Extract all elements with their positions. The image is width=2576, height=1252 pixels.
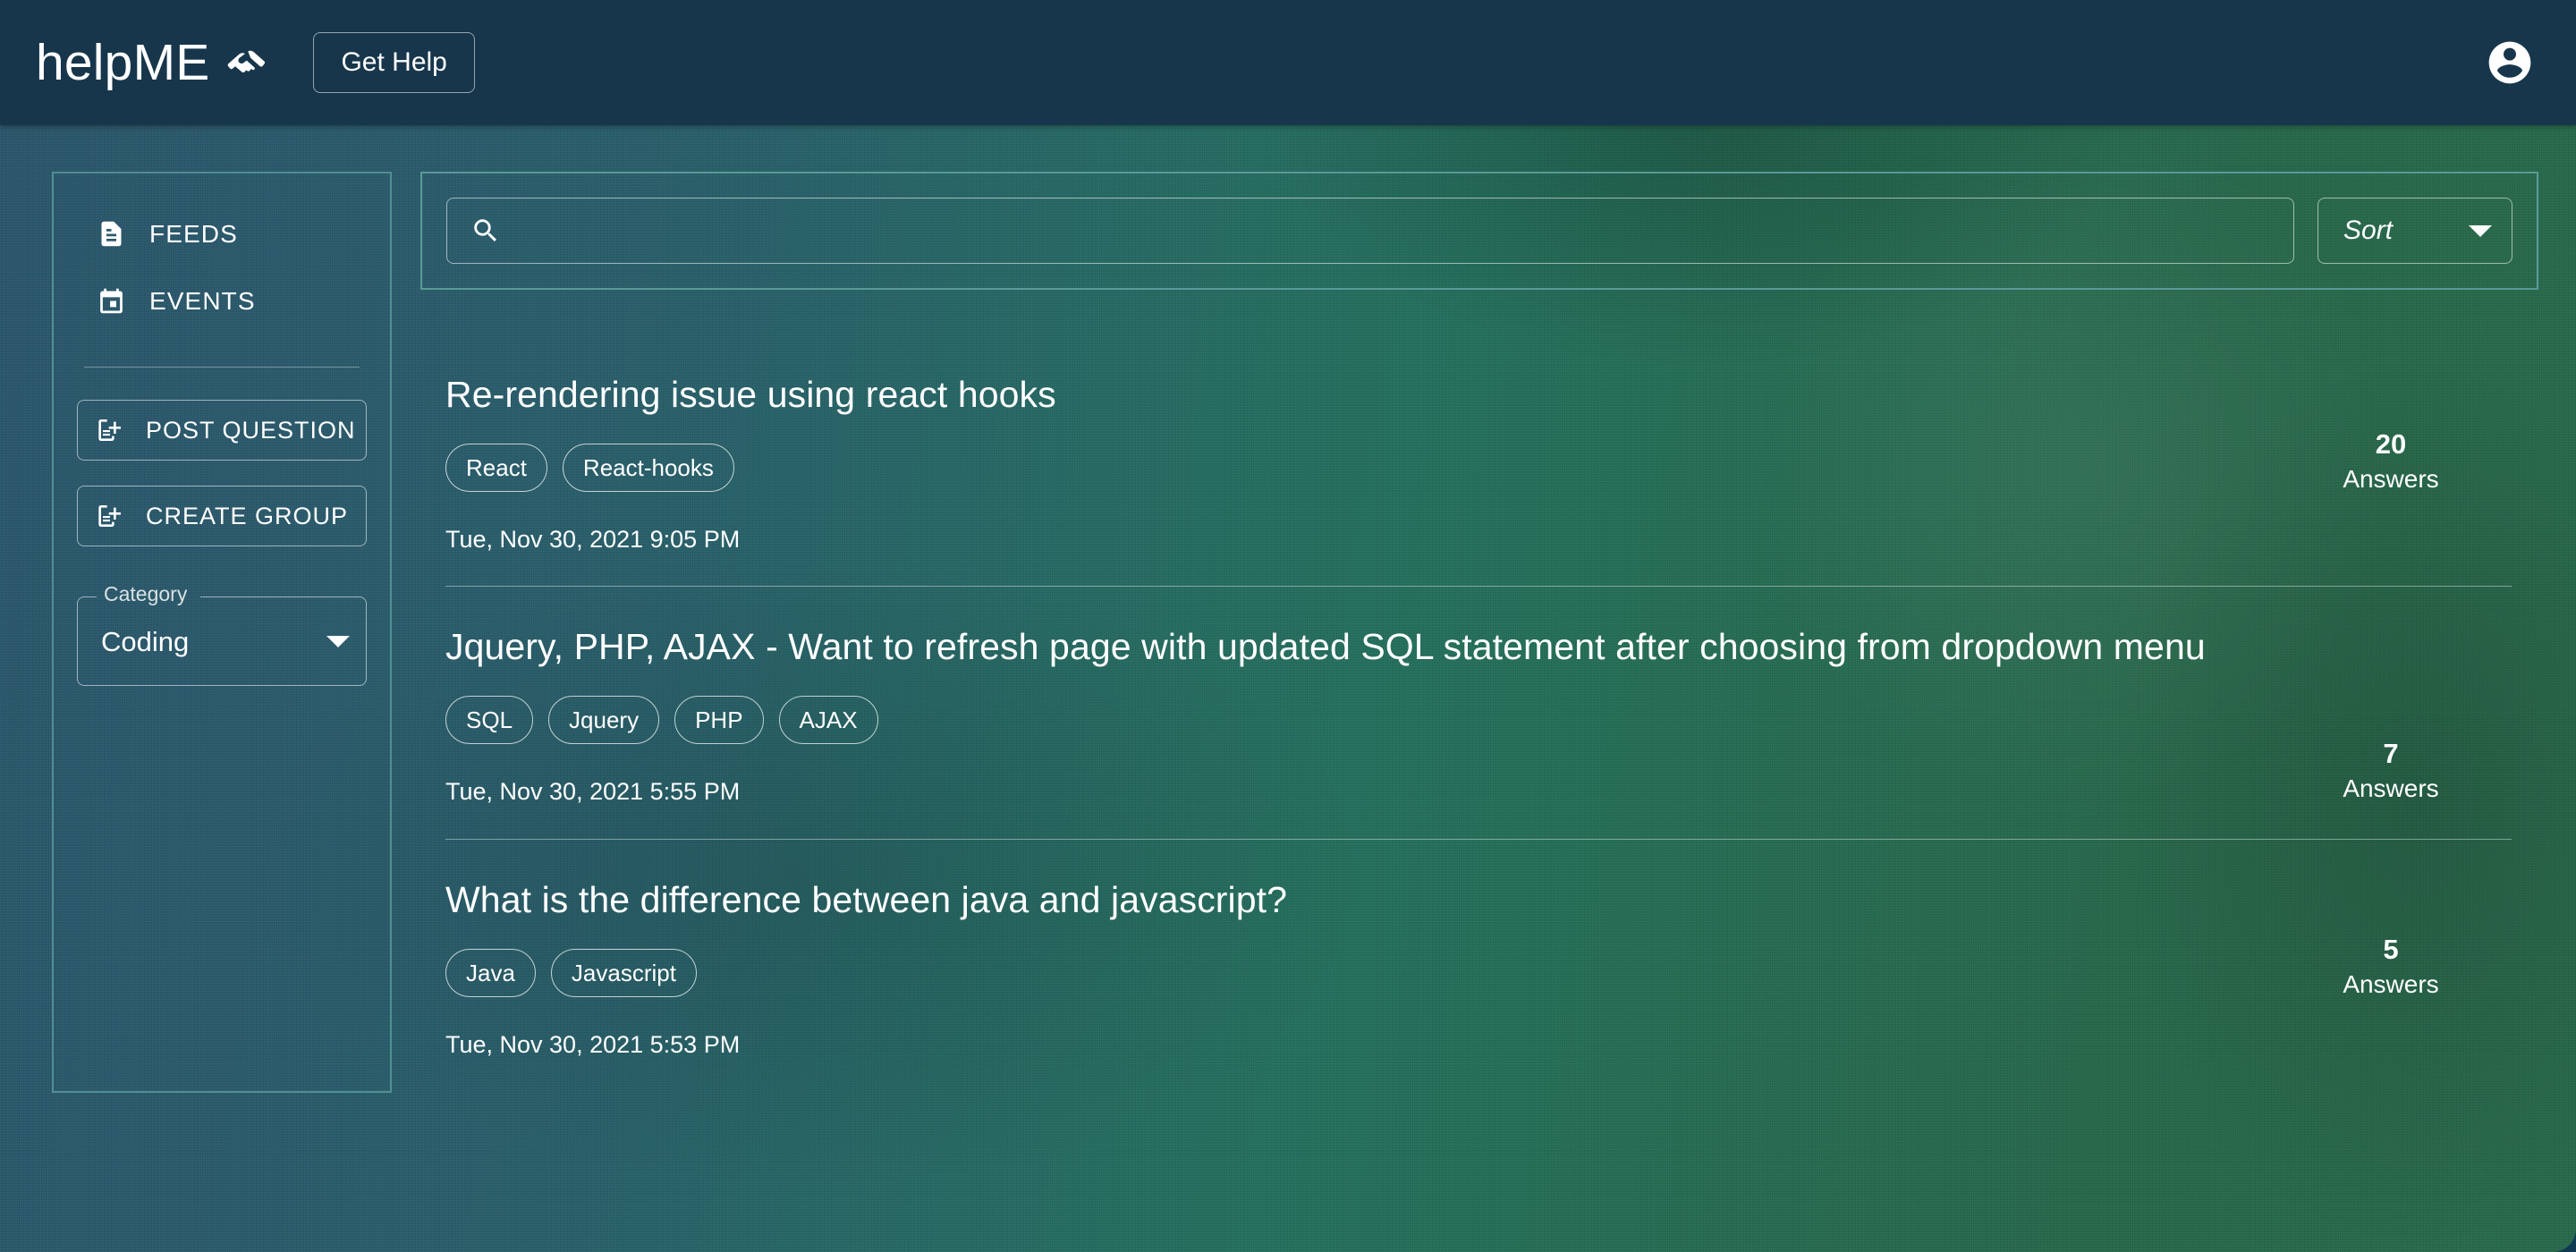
account-circle-button[interactable] [2483, 36, 2537, 89]
account-circle-icon [2485, 38, 2535, 88]
post-date: Tue, Nov 30, 2021 5:55 PM [445, 778, 741, 806]
answers-count: 20 [2375, 428, 2407, 460]
tag-chip[interactable]: React-hooks [562, 444, 734, 493]
tag-chip[interactable]: Java [445, 949, 536, 998]
answers-summary: 7 Answers [2270, 622, 2512, 805]
post-tags: Java Javascript [445, 949, 2234, 998]
search-icon [470, 216, 501, 246]
post-tags: SQL Jquery PHP AJAX [445, 696, 2234, 745]
sidebar-item-feeds[interactable]: FEEDS [77, 209, 367, 258]
tag-chip[interactable]: AJAX [778, 696, 878, 745]
sidebar-item-events[interactable]: EVENTS [77, 276, 367, 326]
sidebar-item-label: EVENTS [149, 286, 256, 315]
handshake-icon [225, 45, 267, 86]
post-body: Re-rendering issue using react hooks Rea… [445, 370, 2234, 552]
answers-summary: 20 Answers [2270, 370, 2512, 495]
post-date: Tue, Nov 30, 2021 9:05 PM [445, 526, 741, 554]
post-body: What is the difference between java and … [445, 876, 2234, 1057]
category-select-field[interactable]: Coding [77, 596, 367, 686]
answers-label: Answers [2343, 774, 2439, 802]
top-app-bar: helpME Get Help [0, 0, 2576, 125]
list-item[interactable]: Re-rendering issue using react hooks Rea… [445, 347, 2512, 586]
sidebar-divider [84, 367, 360, 368]
category-select-value: Coding [101, 625, 190, 657]
tag-chip[interactable]: Jquery [548, 696, 660, 745]
answers-count: 7 [2383, 738, 2399, 770]
post-title[interactable]: Re-rendering issue using react hooks [445, 370, 2234, 419]
sort-select[interactable]: Sort [2318, 198, 2512, 264]
post-list: Re-rendering issue using react hooks Rea… [420, 347, 2538, 1091]
answers-count: 5 [2383, 934, 2399, 966]
tag-chip[interactable]: Javascript [550, 949, 697, 998]
post-question-label: POST QUESTION [146, 416, 356, 444]
get-help-button[interactable]: Get Help [313, 31, 475, 94]
search-toolbar: Sort [420, 172, 2538, 290]
brand-title: helpME [36, 33, 210, 91]
search-input[interactable] [521, 216, 2270, 246]
search-field[interactable] [446, 198, 2294, 264]
answers-label: Answers [2343, 464, 2439, 493]
brand-logo[interactable]: helpME [36, 33, 267, 91]
category-select-legend: Category [104, 582, 188, 605]
create-group-button[interactable]: CREATE GROUP [77, 486, 367, 546]
post-add-icon [96, 416, 124, 444]
article-icon [97, 219, 126, 249]
app-root: helpME Get Help FEEDS EVENTS POST QUESTI… [0, 0, 2576, 1252]
page-layout: FEEDS EVENTS POST QUESTION CREATE GROUP … [0, 125, 2576, 1093]
list-item[interactable]: What is the difference between java and … [445, 839, 2512, 1091]
sort-select-label: Sort [2343, 216, 2394, 245]
main-content: Sort Re-rendering issue using react hook… [420, 172, 2538, 1091]
sidebar-item-label: FEEDS [149, 219, 238, 248]
answers-label: Answers [2343, 970, 2439, 999]
post-date: Tue, Nov 30, 2021 5:53 PM [445, 1031, 741, 1059]
chevron-down-icon [2469, 224, 2492, 237]
category-select[interactable]: Coding Category [77, 584, 367, 686]
tag-chip[interactable]: PHP [674, 696, 764, 745]
post-question-button[interactable]: POST QUESTION [77, 400, 367, 461]
post-tags: React React-hooks [445, 444, 2234, 493]
post-add-icon [96, 502, 124, 530]
chevron-down-icon [326, 635, 350, 647]
post-title[interactable]: Jquery, PHP, AJAX - Want to refresh page… [445, 622, 2234, 671]
answers-summary: 5 Answers [2270, 876, 2512, 1001]
post-body: Jquery, PHP, AJAX - Want to refresh page… [445, 622, 2234, 804]
tag-chip[interactable]: React [445, 444, 547, 493]
post-title[interactable]: What is the difference between java and … [445, 876, 2234, 924]
tag-chip[interactable]: SQL [445, 696, 534, 745]
create-group-label: CREATE GROUP [146, 502, 349, 529]
list-item[interactable]: Jquery, PHP, AJAX - Want to refresh page… [445, 586, 2512, 839]
calendar-icon [97, 286, 126, 316]
sidebar: FEEDS EVENTS POST QUESTION CREATE GROUP … [52, 172, 392, 1093]
